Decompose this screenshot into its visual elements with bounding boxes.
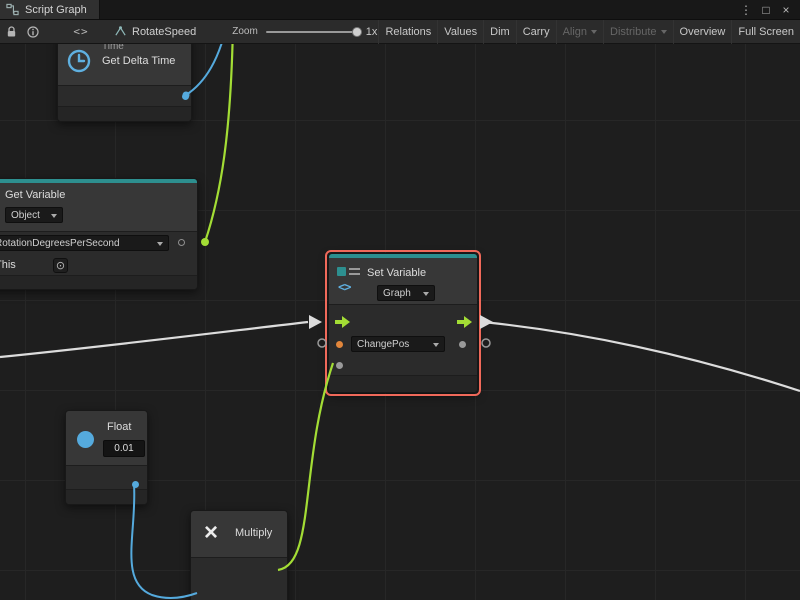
carry-button[interactable]: Carry	[516, 20, 556, 44]
more-icon[interactable]: ⋮	[738, 3, 754, 17]
float-value-input[interactable]	[104, 443, 144, 454]
zoom-value: 1x	[366, 26, 378, 38]
values-button[interactable]: Values	[437, 20, 483, 44]
node-set-variable[interactable]: <> Set Variable Graph ChangePos	[328, 253, 478, 393]
zoom-group: Zoom 1x	[232, 26, 377, 38]
flow-input-port[interactable]	[335, 316, 350, 328]
zoom-label: Zoom	[232, 26, 258, 37]
node-footer	[58, 106, 191, 121]
variable-name-value: RotationDegreesPerSecond	[0, 238, 120, 249]
node-footer	[329, 375, 477, 392]
window-controls: ⋮ □ ×	[738, 0, 800, 19]
dim-button[interactable]: Dim	[483, 20, 516, 44]
target-icon: ⊙	[56, 259, 65, 272]
tab-bar: Script Graph ⋮ □ ×	[0, 0, 800, 20]
distribute-button: Distribute	[603, 20, 672, 44]
chevron-down-icon	[661, 30, 667, 34]
node-footer	[0, 275, 197, 289]
clock-icon	[66, 48, 92, 74]
port-output-variable[interactable]	[178, 239, 185, 246]
value-wire-blue-top	[186, 44, 227, 95]
fullscreen-button[interactable]: Full Screen	[731, 20, 800, 44]
tab-script-graph[interactable]: Script Graph	[0, 0, 100, 19]
node-float[interactable]: Float	[65, 410, 148, 505]
node-title: Multiply	[235, 527, 272, 539]
node-footer	[66, 489, 147, 504]
node-title: Set Variable	[367, 267, 426, 279]
port-input-name[interactable]	[336, 341, 343, 348]
lock-icon[interactable]	[0, 20, 22, 44]
node-header: <> Set Variable Graph	[329, 258, 477, 304]
flow-wire-left	[0, 322, 308, 357]
code-brackets-glyph: <>	[338, 280, 350, 294]
toolbar-buttons: Relations Values Dim Carry Align Distrib…	[378, 20, 800, 44]
variable-name-dropdown[interactable]: RotationDegreesPerSecond	[0, 235, 169, 251]
node-get-variable[interactable]: Get Variable Object RotationDegreesPerSe…	[0, 178, 198, 290]
script-graph-icon	[6, 3, 19, 16]
port-input-value[interactable]	[336, 362, 343, 369]
graph-asset-icon	[114, 25, 127, 38]
node-title: Float	[107, 421, 131, 433]
relations-button[interactable]: Relations	[378, 20, 437, 44]
maximize-icon[interactable]: □	[758, 3, 774, 17]
port-output-float[interactable]	[132, 481, 139, 488]
value-wire-green-up	[205, 44, 233, 242]
node-header: Get Variable Object	[0, 183, 197, 231]
variable-icon: <>	[337, 267, 363, 299]
node-title: Get Variable	[5, 189, 65, 201]
loose-port-indicator-right	[482, 339, 490, 347]
overview-button[interactable]: Overview	[673, 20, 732, 44]
tab-title: Script Graph	[25, 4, 87, 16]
flow-arrowhead-right	[480, 315, 493, 329]
node-title: Get Delta Time	[102, 55, 175, 67]
zoom-slider-handle[interactable]	[352, 27, 362, 37]
variable-name-dropdown[interactable]: ChangePos	[351, 336, 445, 352]
scope-value: Object	[11, 210, 40, 221]
chevron-down-icon	[157, 242, 163, 246]
node-header: Float	[66, 411, 147, 465]
node-header: × Multiply	[191, 511, 287, 557]
port-output-value[interactable]	[459, 341, 466, 348]
float-value-field[interactable]	[103, 440, 145, 457]
target-label: This	[0, 259, 16, 271]
align-button: Align	[556, 20, 603, 44]
node-category: Time	[102, 44, 124, 52]
code-brackets-glyph: <>	[73, 25, 88, 38]
graph-canvas[interactable]: Time Get Delta Time Get Variable Object …	[0, 44, 800, 600]
variable-scope-dropdown[interactable]: Graph	[377, 285, 435, 301]
wire-endpoint-green	[201, 238, 209, 246]
chevron-down-icon	[433, 343, 439, 347]
flow-arrowhead-left	[309, 315, 322, 329]
chevron-down-icon	[423, 292, 429, 296]
node-multiply[interactable]: × Multiply A A × B B	[190, 510, 288, 600]
info-icon[interactable]	[22, 20, 44, 44]
flow-output-port[interactable]	[457, 316, 472, 328]
variable-scope-dropdown[interactable]: Object	[5, 207, 63, 223]
float-icon	[77, 431, 94, 448]
chevron-down-icon	[51, 214, 57, 218]
unity-visual-scripting-window: Script Graph ⋮ □ × <>	[0, 0, 800, 600]
close-icon[interactable]: ×	[778, 3, 794, 17]
graph-name: RotateSpeed	[132, 26, 196, 38]
flow-wire-right	[483, 322, 800, 391]
scope-value: Graph	[383, 288, 411, 299]
object-picker[interactable]: ⊙	[53, 258, 68, 273]
variable-name-value: ChangePos	[357, 339, 409, 350]
multiply-icon: ×	[204, 521, 218, 545]
graph-toolbar: <> RotateSpeed Zoom 1x Relations Values …	[0, 20, 800, 44]
node-get-delta-time[interactable]: Time Get Delta Time	[57, 44, 192, 122]
node-header: Time Get Delta Time	[58, 44, 191, 85]
graph-name-group: RotateSpeed	[114, 25, 196, 38]
chevron-down-icon	[591, 30, 597, 34]
zoom-slider[interactable]	[266, 31, 358, 33]
port-output-delta-time[interactable]	[182, 93, 189, 100]
loose-port-indicator-left	[318, 339, 326, 347]
edit-graph-icon[interactable]: <>	[70, 20, 92, 44]
